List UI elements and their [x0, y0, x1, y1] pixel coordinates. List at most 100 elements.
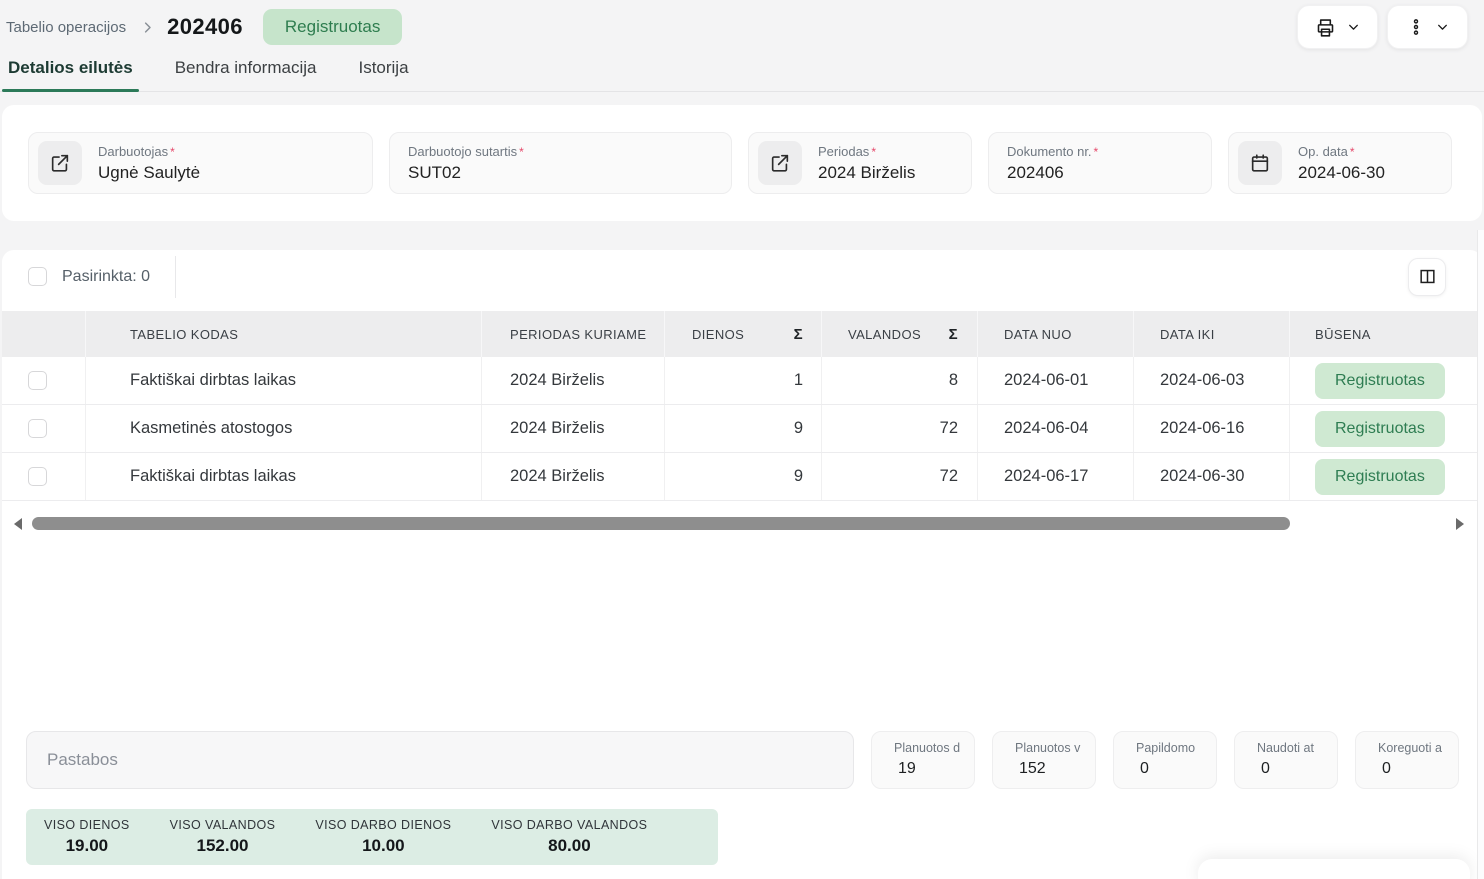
required-asterisk: *	[871, 145, 876, 159]
document-number-value: 202406	[1007, 163, 1098, 183]
cell-valandos: 8	[822, 357, 978, 404]
breadcrumb-root[interactable]: Tabelio operacijos	[6, 19, 126, 36]
stat-box-used-vacation: Naudoti at 0	[1234, 731, 1338, 789]
stat-value: 0	[1114, 760, 1216, 778]
document-number-field[interactable]: Dokumento nr.* 202406	[988, 132, 1212, 194]
column-header-tabelio-kodas[interactable]: TABELIO KODAS	[86, 311, 482, 357]
stat-label: Koreguoti a	[1356, 741, 1458, 755]
status-badge: Registruotas	[263, 9, 402, 45]
cell-dienos: 9	[665, 453, 822, 500]
breadcrumb-chevron-icon	[140, 20, 155, 35]
column-header-data-iki[interactable]: DATA IKI	[1134, 311, 1290, 357]
toolbar-divider	[175, 256, 176, 298]
cell-valandos: 72	[822, 453, 978, 500]
stat-label: Planuotos d	[872, 741, 974, 755]
stat-value: 0	[1235, 760, 1337, 778]
total-label: VISO DARBO VALANDOS	[491, 818, 647, 832]
cell-data-nuo: 2024-06-01	[978, 357, 1134, 404]
table-toolbar: Pasirinkta: 0	[2, 250, 1482, 303]
contract-value: SUT02	[408, 163, 524, 183]
period-value: 2024 Birželis	[818, 163, 915, 183]
total-viso-dienos: VISO DIENOS 19.00	[44, 818, 130, 856]
stat-value: 19	[872, 760, 974, 778]
printer-icon	[1315, 17, 1336, 38]
cell-valandos: 72	[822, 405, 978, 452]
period-field[interactable]: Periodas* 2024 Birželis	[748, 132, 972, 194]
horizontal-scrollbar-thumb[interactable]	[32, 517, 1290, 530]
selected-count-label: Pasirinkta: 0	[62, 268, 150, 286]
notes-input[interactable]	[26, 731, 854, 789]
chevron-down-icon	[1347, 21, 1360, 34]
external-link-icon[interactable]	[758, 141, 802, 185]
cell-tabelio-kodas: Kasmetinės atostogos	[86, 405, 482, 452]
required-asterisk: *	[1350, 145, 1355, 159]
cell-tabelio-kodas: Faktiškai dirbtas laikas	[86, 453, 482, 500]
table-row[interactable]: Faktiškai dirbtas laikas 2024 Birželis 9…	[2, 453, 1482, 501]
column-header-busena[interactable]: BŪSENA	[1290, 311, 1482, 357]
total-value: 80.00	[491, 836, 647, 856]
required-asterisk: *	[1094, 145, 1099, 159]
kebab-menu-icon	[1407, 17, 1425, 37]
vertical-scrollbar-track[interactable]	[1477, 230, 1484, 879]
calendar-icon[interactable]	[1238, 141, 1282, 185]
total-value: 10.00	[315, 836, 451, 856]
more-actions-button[interactable]	[1387, 5, 1468, 49]
document-fields-card: Darbuotojas* Ugnė Saulytė Darbuotojo sut…	[2, 105, 1482, 221]
operation-date-field[interactable]: Op. data* 2024-06-30	[1228, 132, 1452, 194]
column-header-data-nuo[interactable]: DATA NUO	[978, 311, 1134, 357]
print-button[interactable]	[1297, 5, 1378, 49]
table-header-row: TABELIO KODAS PERIODAS KURIAME DIENOSΣ V…	[2, 311, 1482, 357]
select-all-checkbox[interactable]	[28, 267, 47, 286]
row-checkbox[interactable]	[28, 371, 47, 390]
sum-icon[interactable]: Σ	[949, 326, 958, 343]
employee-value: Ugnė Saulytė	[98, 163, 200, 183]
cell-data-iki: 2024-06-16	[1134, 405, 1290, 452]
required-asterisk: *	[170, 145, 175, 159]
scroll-left-arrow-icon[interactable]	[14, 518, 22, 530]
table-row[interactable]: Faktiškai dirbtas laikas 2024 Birželis 1…	[2, 357, 1482, 405]
column-header-periodas[interactable]: PERIODAS KURIAME	[482, 311, 665, 357]
total-label: VISO DARBO DIENOS	[315, 818, 451, 832]
field-label: Dokumento nr.*	[1007, 144, 1098, 159]
table-row[interactable]: Kasmetinės atostogos 2024 Birželis 9 72 …	[2, 405, 1482, 453]
cell-periodas: 2024 Birželis	[482, 405, 665, 452]
column-header-dienos[interactable]: DIENOSΣ	[665, 311, 822, 357]
cell-data-iki: 2024-06-30	[1134, 453, 1290, 500]
tab-bendra-informacija[interactable]: Bendra informacija	[173, 58, 319, 91]
row-status-badge: Registruotas	[1315, 363, 1445, 399]
columns-icon	[1418, 267, 1437, 286]
total-viso-darbo-valandos: VISO DARBO VALANDOS 80.00	[491, 818, 647, 856]
total-value: 19.00	[44, 836, 130, 856]
cell-data-nuo: 2024-06-17	[978, 453, 1134, 500]
chevron-down-icon	[1436, 21, 1449, 34]
tab-istorija[interactable]: Istorija	[356, 58, 410, 91]
operation-date-value: 2024-06-30	[1298, 163, 1385, 183]
external-link-icon[interactable]	[38, 141, 82, 185]
totals-summary-bar: VISO DIENOS 19.00 VISO VALANDOS 152.00 V…	[26, 809, 718, 865]
scroll-right-arrow-icon[interactable]	[1456, 518, 1464, 530]
column-header-valandos[interactable]: VALANDOSΣ	[822, 311, 978, 357]
stat-label: Naudoti at	[1235, 741, 1337, 755]
cell-periodas: 2024 Birželis	[482, 453, 665, 500]
cell-dienos: 9	[665, 405, 822, 452]
tab-detalios-eilutes[interactable]: Detalios eilutės	[6, 58, 135, 91]
stat-box-corrected: Koreguoti a 0	[1355, 731, 1459, 789]
stat-value: 152	[993, 760, 1095, 778]
employee-field[interactable]: Darbuotojas* Ugnė Saulytė	[28, 132, 373, 194]
total-label: VISO DIENOS	[44, 818, 130, 832]
total-viso-darbo-dienos: VISO DARBO DIENOS 10.00	[315, 818, 451, 856]
row-checkbox[interactable]	[28, 467, 47, 486]
header-actions	[1297, 5, 1468, 49]
column-settings-button[interactable]	[1408, 258, 1446, 296]
bottom-right-floating-panel	[1198, 859, 1470, 879]
row-checkbox[interactable]	[28, 419, 47, 438]
cell-dienos: 1	[665, 357, 822, 404]
cell-tabelio-kodas: Faktiškai dirbtas laikas	[86, 357, 482, 404]
total-value: 152.00	[170, 836, 276, 856]
total-viso-valandos: VISO VALANDOS 152.00	[170, 818, 276, 856]
cell-periodas: 2024 Birželis	[482, 357, 665, 404]
field-label: Darbuotojo sutartis*	[408, 144, 524, 159]
contract-field[interactable]: Darbuotojo sutartis* SUT02	[389, 132, 732, 194]
sum-icon[interactable]: Σ	[794, 326, 803, 343]
cell-data-nuo: 2024-06-04	[978, 405, 1134, 452]
